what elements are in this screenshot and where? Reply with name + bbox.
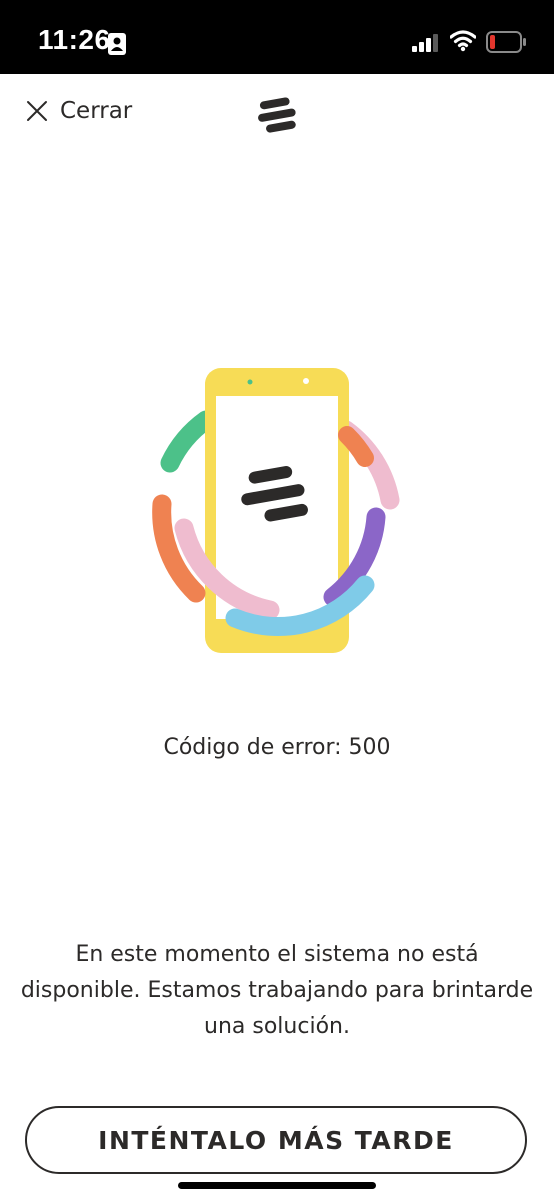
status-time: 11:26 [38,24,111,55]
phone-illustration [152,368,400,653]
brand-logo-icon [258,97,296,133]
header: Cerrar [0,74,554,150]
close-button[interactable]: Cerrar [26,96,132,126]
cellular-signal-icon [412,34,438,52]
close-icon [27,101,47,121]
retry-later-label: INTÉNTALO MÁS TARDE [98,1125,454,1155]
home-indicator[interactable] [178,1182,376,1189]
retry-later-button[interactable]: INTÉNTALO MÁS TARDE [25,1106,527,1174]
error-message: En este momento el sistema no está dispo… [20,942,534,1039]
wifi-icon [450,30,476,52]
battery-low-icon [486,31,526,53]
person-card-icon [108,33,126,55]
close-label: Cerrar [60,98,133,124]
status-bar: 11:26 [0,0,554,74]
error-code: Código de error: 500 [163,735,391,760]
